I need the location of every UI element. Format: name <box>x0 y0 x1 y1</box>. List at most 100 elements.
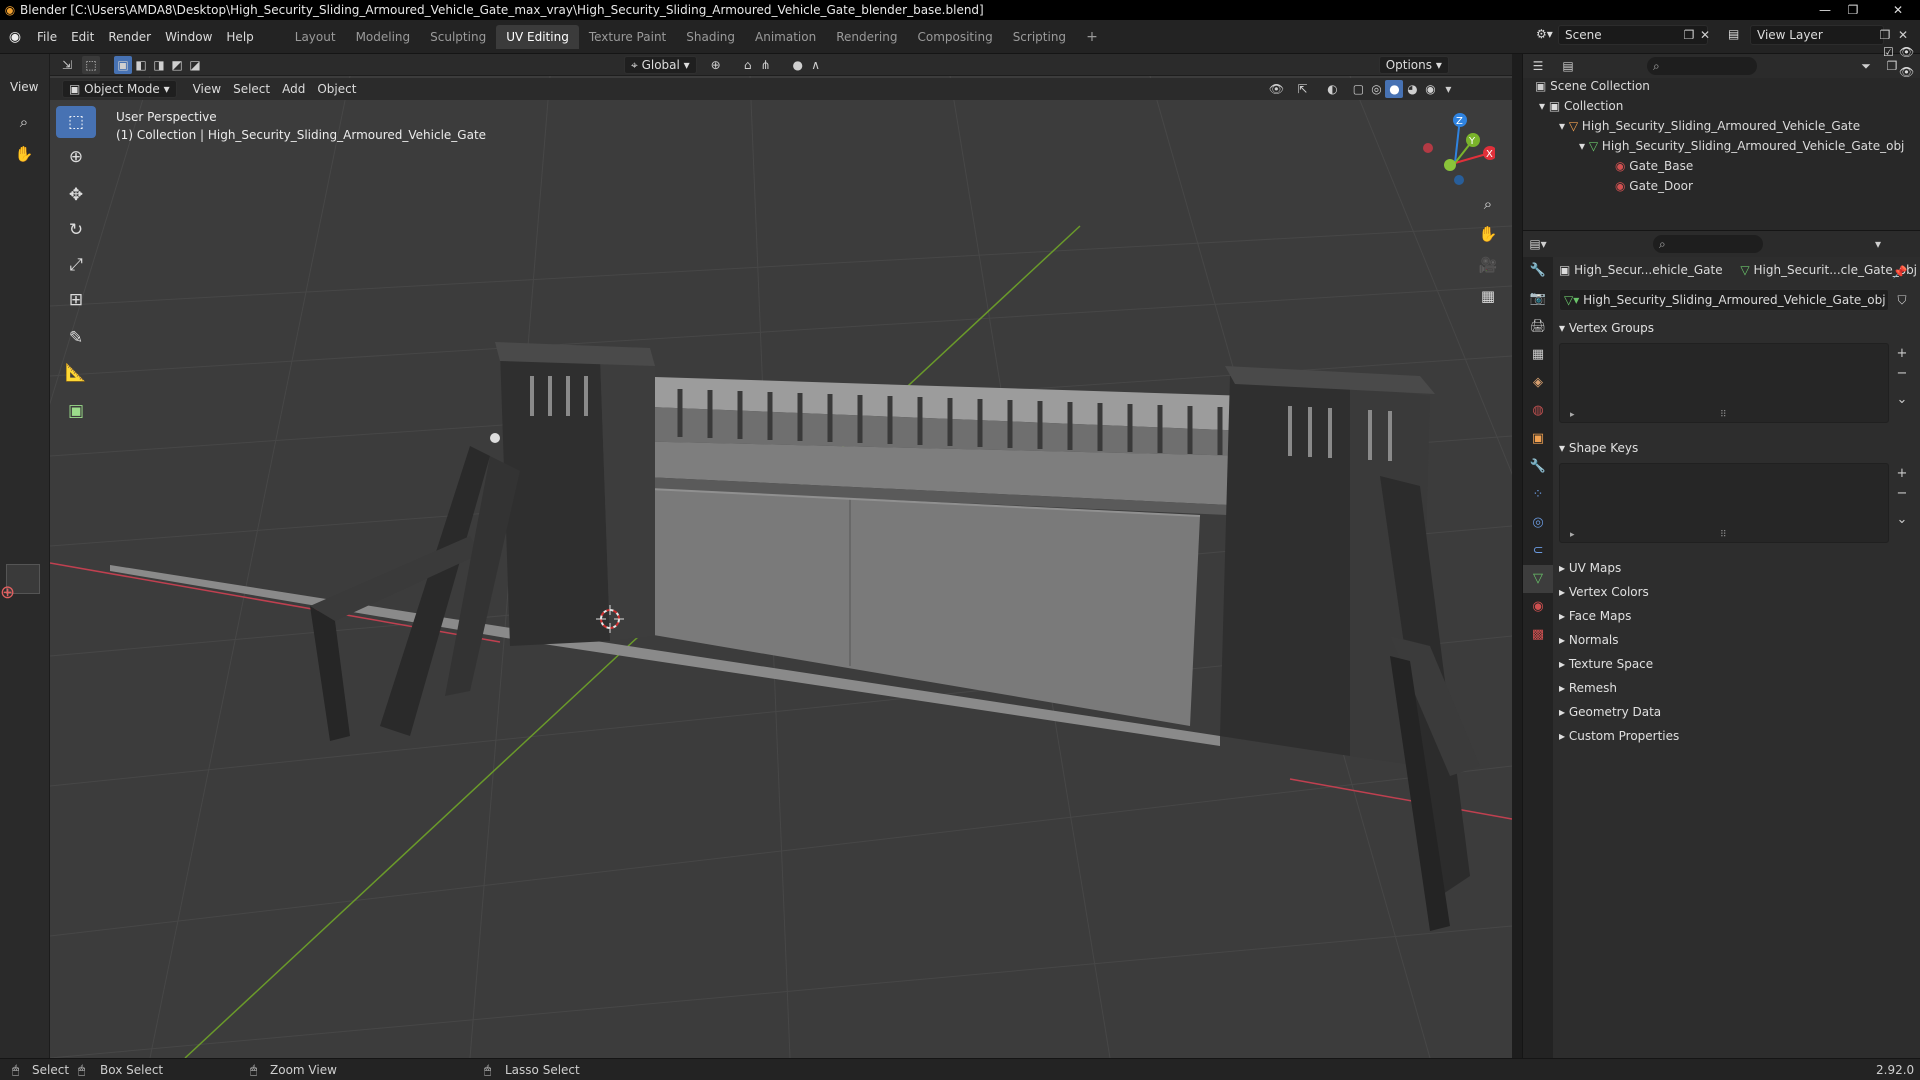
viewport-menu-view[interactable]: View <box>187 79 227 99</box>
blender-menu-icon[interactable]: ◉ <box>0 29 30 45</box>
select-box-tool-icon[interactable]: ⬚ <box>56 106 96 138</box>
panel-face-maps[interactable]: ▸ Face Maps <box>1559 605 1631 627</box>
display-mode-icon[interactable]: ▤ <box>1559 57 1577 75</box>
vertex-group-specials-icon[interactable]: ⌄ <box>1893 391 1911 409</box>
options-dropdown[interactable]: Options ▾ <box>1378 55 1449 74</box>
mesh-data-name-field[interactable]: ▽▾ High_Security_Sliding_Armoured_Vehicl… <box>1559 289 1889 311</box>
snap-target-icon[interactable]: ⋔ <box>757 56 775 74</box>
panel-custom-properties[interactable]: ▸ Custom Properties <box>1559 725 1679 747</box>
tab-sculpting[interactable]: Sculpting <box>420 25 496 49</box>
menu-edit[interactable]: Edit <box>64 26 101 48</box>
viewport-menu-select[interactable]: Select <box>227 79 276 99</box>
material-shading-icon[interactable]: ◕ <box>1403 80 1421 98</box>
menu-help[interactable]: Help <box>219 26 260 48</box>
pin-icon[interactable]: 📌 <box>1891 263 1909 281</box>
measure-tool-icon[interactable]: 📐 <box>56 357 96 389</box>
menu-render[interactable]: Render <box>101 26 158 48</box>
pan-hand-icon[interactable]: ✋ <box>10 140 38 168</box>
gizmo-toggle-icon[interactable]: ⇱ <box>1293 80 1311 98</box>
tool-settings-icon[interactable]: ⇲ <box>58 56 76 74</box>
list-resize-handle[interactable]: ⠿ <box>1720 530 1727 540</box>
remove-vertex-group-icon[interactable]: − <box>1893 365 1911 383</box>
shape-key-specials-icon[interactable]: ⌄ <box>1893 511 1911 529</box>
zoom-viewport-icon[interactable]: ⌕ <box>1474 190 1502 218</box>
tab-texture-paint[interactable]: Texture Paint <box>579 25 676 49</box>
object-tab-icon[interactable]: ▣ <box>1523 425 1553 453</box>
fake-user-icon[interactable]: ⛉ <box>1893 291 1911 309</box>
list-expand-icon[interactable]: ▸ <box>1570 530 1575 540</box>
vertex-groups-list[interactable]: ▸ ⠿ <box>1559 343 1889 423</box>
xray-icon[interactable]: ▢ <box>1349 80 1367 98</box>
viewport-menu-object[interactable]: Object <box>311 79 362 99</box>
add-shape-key-icon[interactable]: + <box>1893 465 1911 483</box>
pivot-point-icon[interactable]: ⊕ <box>707 56 725 74</box>
particles-tab-icon[interactable]: ⁘ <box>1523 481 1553 509</box>
3d-viewport[interactable] <box>50 76 1512 1058</box>
menu-window[interactable]: Window <box>158 26 219 48</box>
mode-new-icon[interactable]: ▣ <box>114 55 132 74</box>
mode-extend-icon[interactable]: ◧ <box>132 56 150 74</box>
solid-shading-icon[interactable]: ● <box>1385 80 1404 98</box>
viewport-menu-add[interactable]: Add <box>276 79 311 99</box>
falloff-icon[interactable]: ∧ <box>807 56 825 74</box>
panel-uv-maps[interactable]: ▸ UV Maps <box>1559 557 1621 579</box>
tab-scripting[interactable]: Scripting <box>1003 25 1076 49</box>
disclosure-icon[interactable]: ▾ <box>1579 139 1589 153</box>
ortho-toggle-icon[interactable]: ▦ <box>1474 282 1502 310</box>
material-tab-icon[interactable]: ◉ <box>1523 593 1553 621</box>
properties-options-icon[interactable]: ▾ <box>1869 235 1887 253</box>
panel-vertex-colors[interactable]: ▸ Vertex Colors <box>1559 581 1649 603</box>
remove-shape-key-icon[interactable]: − <box>1893 485 1911 503</box>
properties-editor-icon[interactable]: ▤▾ <box>1529 235 1547 253</box>
tab-animation[interactable]: Animation <box>745 25 826 49</box>
select-tool-icon[interactable]: ⬚ <box>82 55 100 74</box>
zoom-icon[interactable]: ⌕ <box>10 108 38 136</box>
scene-tab-icon[interactable]: ◈ <box>1523 369 1553 397</box>
scene-icon[interactable]: ⚙▾ <box>1530 25 1560 45</box>
minimize-icon[interactable]: — <box>1812 0 1838 20</box>
list-expand-icon[interactable]: ▸ <box>1570 410 1575 420</box>
view-layer-selector[interactable]: View Layer <box>1750 25 1884 45</box>
scale-tool-icon[interactable]: ⤢ <box>56 249 96 281</box>
annotate-tool-icon[interactable]: ✎ <box>56 322 96 354</box>
panel-normals[interactable]: ▸ Normals <box>1559 629 1619 651</box>
panel-vertex-groups[interactable]: ▾ Vertex Groups <box>1559 317 1654 339</box>
mesh-browse-icon[interactable]: ▽▾ <box>1564 293 1583 307</box>
shape-keys-list[interactable]: ▸ ⠿ <box>1559 463 1889 543</box>
view-menu-left[interactable]: View <box>10 80 38 94</box>
tab-rendering[interactable]: Rendering <box>826 25 907 49</box>
mesh-data-tab-icon[interactable]: ▽ <box>1523 565 1553 593</box>
disclosure-icon[interactable]: ▾ <box>1559 119 1569 133</box>
visibility-icon[interactable]: 👁 <box>1267 80 1285 98</box>
transform-orientation-dropdown[interactable]: ⌖ Global ▾ <box>624 55 697 74</box>
close-icon[interactable]: ✕ <box>1880 0 1916 20</box>
view-layer-icon[interactable]: ▤ <box>1722 25 1746 45</box>
add-vertex-group-icon[interactable]: + <box>1893 345 1911 363</box>
output-tab-icon[interactable]: 🖨 <box>1523 313 1553 341</box>
texture-tab-icon[interactable]: ▩ <box>1523 621 1553 649</box>
properties-search-input[interactable]: ⌕ <box>1653 235 1763 253</box>
delete-scene-icon[interactable]: ✕ <box>1696 26 1714 44</box>
menu-file[interactable]: File <box>30 26 64 48</box>
outliner-editor-icon[interactable]: ☰ <box>1529 57 1547 75</box>
breadcrumb-object[interactable]: High_Secur...ehicle_Gate <box>1574 263 1722 277</box>
move-tool-icon[interactable]: ✥ <box>56 179 96 211</box>
mode-subtract-icon[interactable]: ◨ <box>150 56 168 74</box>
pan-viewport-icon[interactable]: ✋ <box>1474 220 1502 248</box>
panel-geometry-data[interactable]: ▸ Geometry Data <box>1559 701 1661 723</box>
panel-texture-space[interactable]: ▸ Texture Space <box>1559 653 1653 675</box>
collection-checkbox[interactable]: ☑ <box>1883 42 1894 62</box>
outliner-scene-collection[interactable]: ▣ Scene Collection <box>1535 76 1650 96</box>
transform-tool-icon[interactable]: ⊞ <box>56 284 96 316</box>
tool-tab-icon[interactable]: 🔧 <box>1523 257 1553 285</box>
outliner-collection[interactable]: ▾ ▣ Collection <box>1539 96 1623 116</box>
wireframe-shading-icon[interactable]: ◎ <box>1367 80 1385 98</box>
disclosure-icon[interactable]: ▾ <box>1539 99 1549 113</box>
cursor-tool-icon[interactable]: ⊕ <box>56 141 96 173</box>
object-eye-icon[interactable]: 👁 <box>1899 62 1914 82</box>
outliner-mesh-data[interactable]: ▾ ▽ High_Security_Sliding_Armoured_Vehic… <box>1579 136 1904 156</box>
render-tab-icon[interactable]: 📷 <box>1523 285 1553 313</box>
camera-view-icon[interactable]: 🎥 <box>1474 251 1502 279</box>
constraints-tab-icon[interactable]: ⊂ <box>1523 537 1553 565</box>
tab-uv-editing[interactable]: UV Editing <box>496 24 579 49</box>
